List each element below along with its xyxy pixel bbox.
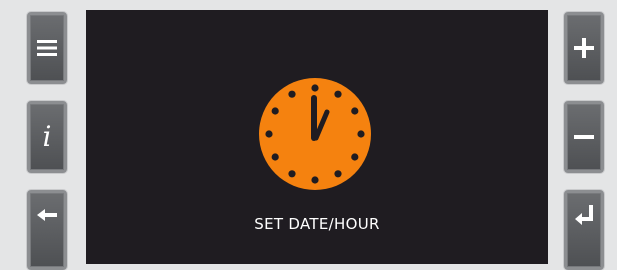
menu-icon: [37, 39, 57, 57]
display-screen: SET DATE/HOUR: [86, 10, 548, 264]
minus-icon: [574, 135, 594, 139]
back-arrow-icon: [37, 208, 57, 222]
screen-caption: SET DATE/HOUR: [254, 215, 380, 233]
clock-icon: [259, 78, 371, 190]
info-button[interactable]: i: [27, 101, 67, 173]
enter-button[interactable]: [564, 190, 604, 270]
plus-icon: [574, 38, 594, 58]
enter-icon: [575, 205, 593, 225]
menu-button[interactable]: [27, 12, 67, 84]
info-icon: i: [42, 120, 52, 153]
minus-button[interactable]: [564, 101, 604, 173]
back-button[interactable]: [27, 190, 67, 270]
plus-button[interactable]: [564, 12, 604, 84]
